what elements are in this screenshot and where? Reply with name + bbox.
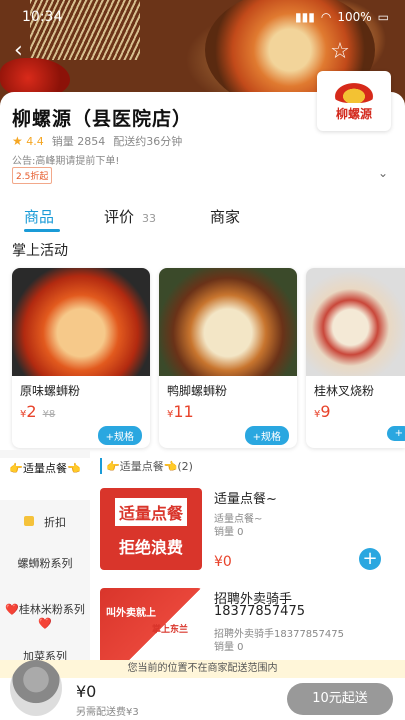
delivery-fee: 另需配送费¥3 bbox=[76, 707, 139, 718]
product-price: ¥9 bbox=[314, 402, 331, 421]
tab-products[interactable]: 商品 bbox=[24, 206, 54, 227]
category-item-luosifen[interactable]: 螺蛳粉系列 bbox=[0, 557, 90, 571]
activity-card[interactable]: 鸭脚螺蛳粉 ¥11 +规格 bbox=[159, 268, 297, 448]
logo-mark bbox=[332, 80, 376, 103]
review-count: 33 bbox=[142, 211, 157, 225]
product-image bbox=[306, 268, 405, 376]
status-bar: 10:34 ▮▮▮ ◠ 100% ▭ bbox=[0, 0, 405, 34]
spec-button[interactable]: + bbox=[386, 426, 405, 441]
back-icon[interactable]: ‹ bbox=[14, 40, 36, 62]
product-sales: 销量 0 bbox=[214, 527, 244, 538]
cart-total: ¥0 bbox=[76, 682, 97, 701]
activity-title: 掌上活动 bbox=[12, 243, 68, 259]
tab-label: 商品 bbox=[24, 207, 55, 226]
tab-reviews[interactable]: 评价 33 bbox=[104, 206, 156, 227]
category-item-discount[interactable]: 折扣 bbox=[0, 516, 90, 530]
store-name: 柳螺源（县医院店） bbox=[12, 108, 193, 130]
tab-label: 商家 bbox=[210, 207, 241, 226]
store-sales: 销量 2854 bbox=[51, 135, 106, 148]
tag-icon bbox=[24, 516, 34, 526]
category-label: 折扣 bbox=[44, 516, 66, 529]
category-item-guilin[interactable]: ❤️桂林米粉系列❤️ bbox=[0, 603, 90, 631]
product-phone: 18377857475 bbox=[214, 604, 305, 619]
price-value: 9 bbox=[320, 402, 331, 421]
price-value: 2 bbox=[26, 402, 37, 421]
store-rating: 4.4 bbox=[26, 135, 44, 148]
product-name: 适量点餐~ bbox=[214, 492, 277, 507]
logo-text: 柳螺源 bbox=[335, 106, 372, 121]
chevron-down-icon[interactable]: ⌄ bbox=[378, 166, 388, 180]
tab-indicator bbox=[24, 229, 60, 232]
tab-label: 评价 bbox=[104, 207, 135, 226]
original-price: ¥8 bbox=[42, 409, 56, 420]
product-item[interactable]: 适量点餐 拒绝浪费 适量点餐~ 适量点餐~ 销量 0 ¥0 + bbox=[100, 488, 405, 578]
product-price: ¥0 bbox=[214, 554, 232, 570]
category-item-portion[interactable]: 👉适量点餐👈 bbox=[0, 458, 90, 500]
add-to-cart-button[interactable]: + bbox=[359, 548, 381, 570]
delivery-time: 配送约36分钟 bbox=[113, 135, 183, 148]
store-notice: 公告:高峰期请提前下单! bbox=[12, 156, 120, 167]
checkout-button[interactable]: 10元起送 bbox=[287, 683, 393, 715]
list-section-header: 👉适量点餐👈(2) bbox=[100, 458, 193, 474]
delivery-range-warning: 您当前的位置不在商家配送范围内 bbox=[0, 660, 405, 678]
activity-card[interactable]: 原味螺蛳粉 ¥2 ¥8 +规格 bbox=[12, 268, 150, 448]
product-price: ¥2 ¥8 bbox=[20, 402, 55, 421]
status-icons: ▮▮▮ ◠ 100% ▭ bbox=[295, 10, 389, 24]
spec-button[interactable]: +规格 bbox=[244, 426, 289, 445]
price-value: 11 bbox=[173, 402, 194, 421]
star-icon[interactable]: ☆ bbox=[326, 38, 354, 66]
product-name: 原味螺蛳粉 bbox=[20, 384, 81, 398]
product-image bbox=[12, 268, 150, 376]
battery-level: 100% bbox=[337, 10, 372, 24]
product-image bbox=[159, 268, 297, 376]
product-name: 鸭脚螺蛳粉 bbox=[167, 384, 228, 398]
product-sales: 销量 0 bbox=[214, 642, 244, 653]
thumb-text: 适量点餐 bbox=[114, 498, 187, 526]
product-thumbnail: 适量点餐 拒绝浪费 bbox=[100, 488, 202, 570]
discount-badge: 2.5折起 bbox=[12, 167, 53, 184]
thumb-text: 拒绝浪费 bbox=[118, 538, 183, 557]
tab-bar: 商品 评价 33 商家 bbox=[0, 200, 405, 232]
thumb-text: 叫外卖就上 bbox=[106, 608, 156, 619]
status-time: 10:34 bbox=[22, 9, 63, 25]
wifi-icon: ◠ bbox=[320, 10, 332, 24]
store-meta: ★ 4.4 销量 2854 配送约36分钟 bbox=[12, 133, 182, 149]
product-name: 桂林叉烧粉 bbox=[314, 384, 375, 398]
signal-icon: ▮▮▮ bbox=[295, 10, 315, 24]
category-sidebar: 👉适量点餐👈 折扣 螺蛳粉系列 ❤️桂林米粉系列❤️ 加菜系列 bbox=[0, 450, 90, 663]
product-price: ¥11 bbox=[167, 402, 194, 421]
star-icon: ★ bbox=[12, 134, 23, 148]
thumb-text: 掌上东兰 bbox=[152, 625, 189, 635]
cart-icon[interactable] bbox=[10, 660, 62, 716]
activity-card[interactable]: 桂林叉烧粉 ¥9 + bbox=[306, 268, 405, 448]
store-logo: 柳螺源 bbox=[317, 71, 391, 131]
tab-merchant[interactable]: 商家 bbox=[210, 206, 240, 227]
spec-button[interactable]: +规格 bbox=[97, 426, 142, 445]
product-thumbnail: 叫外卖就上 掌上东兰 bbox=[100, 588, 202, 670]
battery-icon: ▭ bbox=[377, 10, 389, 24]
